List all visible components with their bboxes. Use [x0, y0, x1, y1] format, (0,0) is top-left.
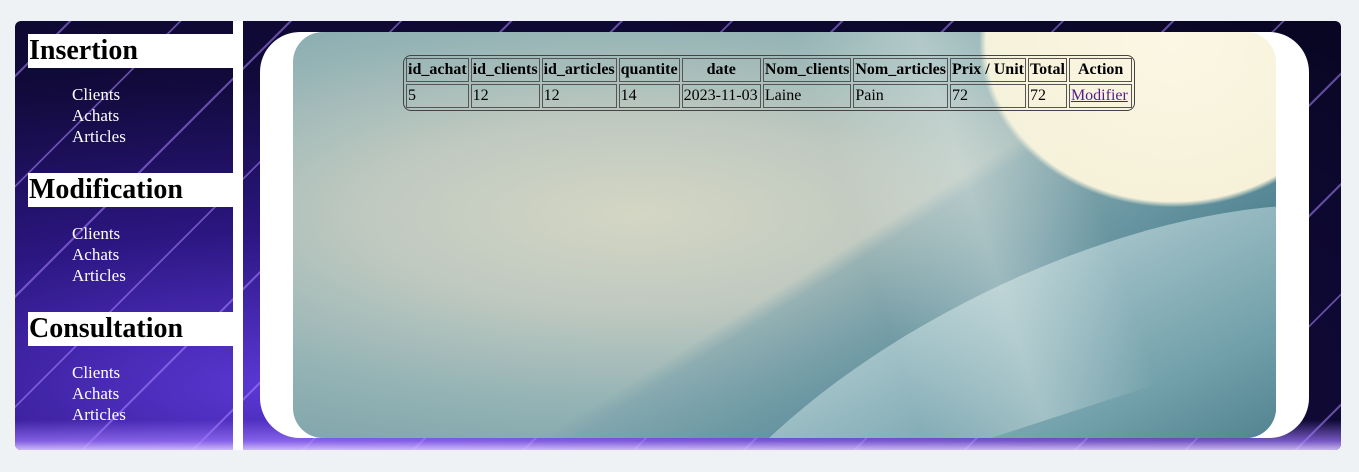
column-header-prix-unit: Prix / Unit [949, 58, 1026, 82]
sidebar-section-modification: Modification Clients Achats Articles [28, 173, 233, 286]
cell-prix-unit: 72 [949, 84, 1026, 108]
cell-id-clients: 12 [470, 84, 540, 108]
cell-total: 72 [1027, 84, 1067, 108]
column-header-id-articles: id_articles [541, 58, 617, 82]
section-title-insertion: Insertion [28, 34, 233, 68]
column-header-nom-clients: Nom_clients [762, 58, 852, 82]
table-row: 5 12 12 14 2023-11-03 Laine Pain 72 72 M… [406, 84, 1133, 108]
sidebar-section-insertion: Insertion Clients Achats Articles [28, 34, 233, 147]
column-header-id-achat: id_achat [406, 58, 469, 82]
modification-menu: Clients Achats Articles [28, 223, 233, 286]
sidebar-item-insertion-articles[interactable]: Articles [72, 126, 233, 147]
consultation-menu: Clients Achats Articles [28, 362, 233, 425]
section-title-modification: Modification [28, 173, 233, 207]
cell-id-achat: 5 [406, 84, 469, 108]
cell-nom-articles: Pain [853, 84, 948, 108]
sidebar-item-modification-achats[interactable]: Achats [72, 244, 233, 265]
sidebar-item-consultation-articles[interactable]: Articles [72, 404, 233, 425]
column-header-date: date [681, 58, 761, 82]
modifier-link[interactable]: Modifier [1071, 87, 1128, 104]
content-panel: id_achat id_clients id_articles quantite… [260, 32, 1309, 438]
sidebar-item-insertion-clients[interactable]: Clients [72, 84, 233, 105]
cell-id-articles: 12 [541, 84, 617, 108]
cell-action: Modifier [1068, 84, 1133, 108]
column-header-id-clients: id_clients [470, 58, 540, 82]
table-header-row: id_achat id_clients id_articles quantite… [406, 58, 1133, 82]
app-window: Insertion Clients Achats Articles Modifi… [15, 21, 1341, 450]
column-header-quantite: quantite [618, 58, 680, 82]
sidebar-item-consultation-achats[interactable]: Achats [72, 383, 233, 404]
column-header-total: Total [1027, 58, 1067, 82]
sidebar-item-modification-clients[interactable]: Clients [72, 223, 233, 244]
section-title-consultation: Consultation [28, 312, 233, 346]
column-header-action: Action [1068, 58, 1133, 82]
sidebar-item-modification-articles[interactable]: Articles [72, 265, 233, 286]
sidebar-divider [233, 21, 243, 450]
sidebar: Insertion Clients Achats Articles Modifi… [15, 21, 233, 450]
content-background-image: id_achat id_clients id_articles quantite… [293, 32, 1276, 438]
sidebar-section-consultation: Consultation Clients Achats Articles [28, 312, 233, 425]
column-header-nom-articles: Nom_articles [853, 58, 948, 82]
sidebar-item-consultation-clients[interactable]: Clients [72, 362, 233, 383]
insertion-menu: Clients Achats Articles [28, 84, 233, 147]
achats-table: id_achat id_clients id_articles quantite… [403, 55, 1136, 111]
cell-date: 2023-11-03 [681, 84, 761, 108]
cell-nom-clients: Laine [762, 84, 852, 108]
sidebar-item-insertion-achats[interactable]: Achats [72, 105, 233, 126]
cell-quantite: 14 [618, 84, 680, 108]
